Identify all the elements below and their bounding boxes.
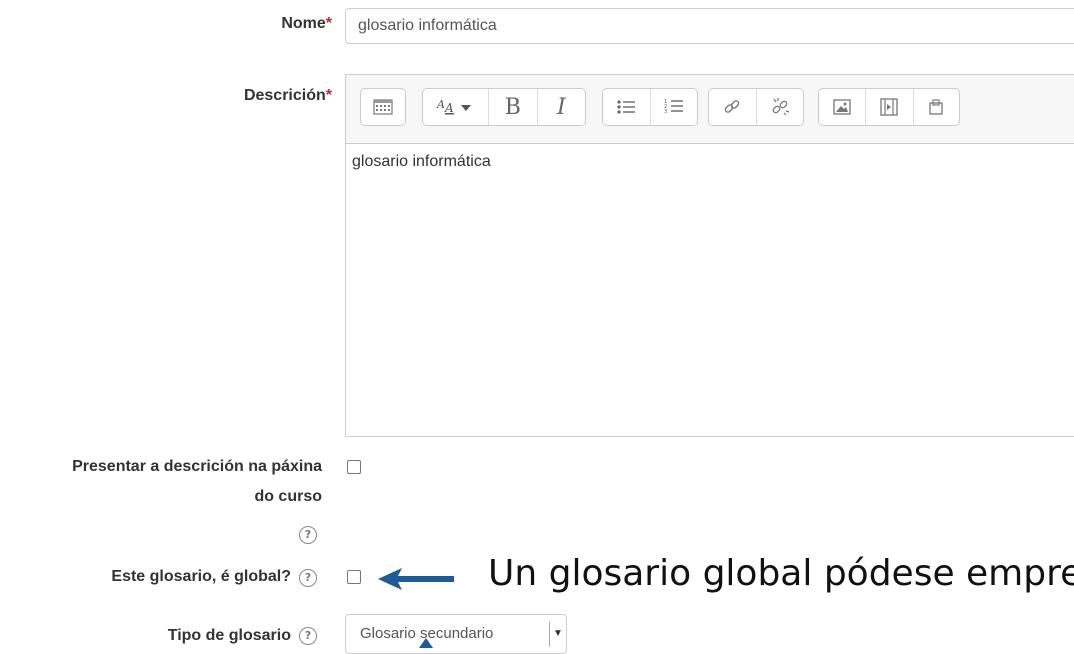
annotation-arrow-icon [378, 568, 454, 590]
keyboard-icon-svg [373, 99, 393, 115]
bold-icon[interactable]: B [489, 89, 538, 125]
name-label: Nome* [281, 8, 332, 40]
global-checkbox[interactable] [347, 570, 361, 584]
collapse-icon[interactable] [361, 89, 405, 125]
ol-svg: 1 2 3 [664, 99, 683, 115]
svg-text:A: A [436, 98, 445, 111]
global-label: Este glosario, é global? [111, 568, 291, 585]
toolbar-group-media [818, 88, 960, 126]
editor-content[interactable]: glosario informática [352, 153, 491, 171]
name-label-text: Nome [281, 15, 326, 32]
annotation-text: Un glosario global pódese empreg [488, 553, 1074, 594]
show-description-label: Presentar a descrición na páxina do curs… [72, 452, 322, 512]
media-icon[interactable] [866, 89, 914, 125]
font-style-svg: A A [436, 98, 471, 115]
show-description-checkbox[interactable] [347, 460, 361, 474]
manage-files-icon[interactable] [914, 89, 959, 125]
help-icon[interactable]: ? [299, 526, 317, 544]
link-icon[interactable] [709, 89, 757, 125]
image-icon[interactable] [819, 89, 867, 125]
toolbar-group-lists: 1 2 3 [602, 88, 698, 126]
name-input[interactable]: glosario informática [345, 8, 1074, 44]
files-svg [929, 99, 943, 115]
italic-icon[interactable]: I [538, 89, 585, 125]
editor-toolbar: A A B I 1 2 3 [346, 75, 1074, 144]
link-svg [724, 100, 740, 113]
annotation-arrow-up-icon [419, 638, 433, 648]
svg-text:A: A [444, 101, 454, 115]
required-marker: * [325, 87, 332, 104]
description-label-text: Descrición [243, 87, 326, 104]
show-description-label-line2: do curso [254, 488, 322, 505]
image-svg [833, 99, 851, 115]
glossary-type-label: Tipo de glosario [167, 627, 291, 644]
ordered-list-icon[interactable]: 1 2 3 [651, 89, 698, 125]
show-description-label-line1: Presentar a descrición na páxina [72, 458, 322, 475]
toolbar-group-links [708, 88, 804, 126]
description-editor[interactable]: A A B I 1 2 3 glosario informática [345, 74, 1074, 437]
required-marker: * [325, 15, 332, 32]
glossary-type-select[interactable]: Glosario secundario ▼ [345, 614, 567, 654]
unlink-svg [772, 98, 789, 116]
help-icon[interactable]: ? [299, 627, 317, 645]
svg-text:3: 3 [664, 109, 667, 115]
description-label: Descrición* [244, 80, 332, 112]
media-svg [880, 98, 899, 116]
toolbar-group-collapse [360, 88, 406, 126]
unordered-list-icon[interactable] [603, 89, 651, 125]
ul-svg [617, 100, 636, 114]
toolbar-group-style: A A B I [422, 88, 586, 126]
unlink-icon[interactable] [757, 89, 804, 125]
font-style-icon[interactable]: A A [423, 89, 490, 125]
chevron-down-icon: ▼ [549, 621, 566, 647]
help-icon[interactable]: ? [299, 569, 317, 587]
